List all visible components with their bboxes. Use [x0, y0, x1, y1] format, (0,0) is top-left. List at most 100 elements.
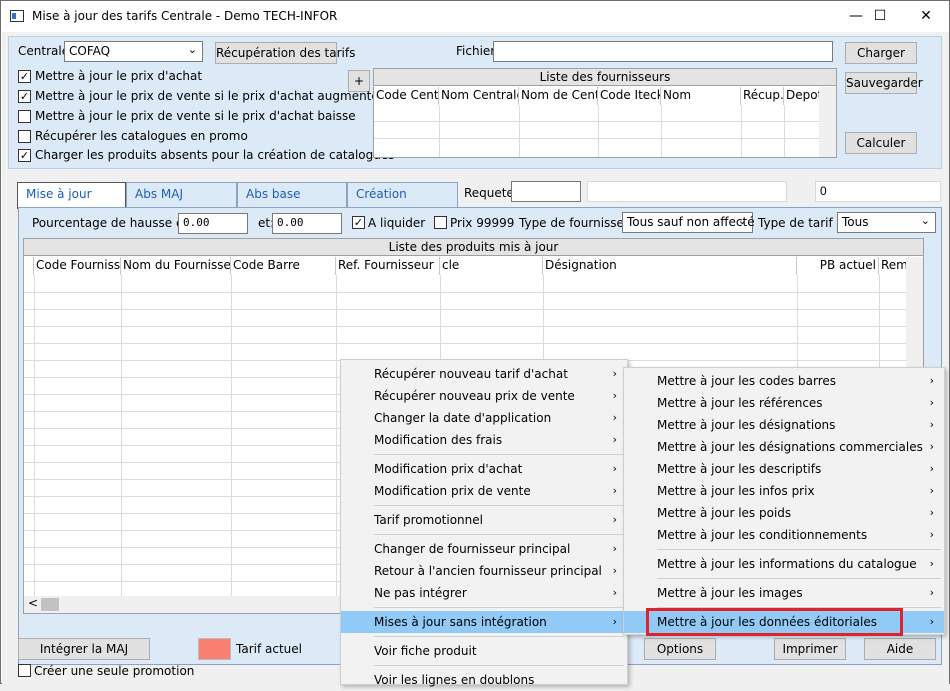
tab-mise-a-jour[interactable]: Mise à jour [17, 182, 126, 209]
fournisseurs-scrollbar[interactable] [819, 87, 836, 157]
prix-99999-label: Prix 99999 [450, 216, 515, 230]
top-panel: Centrale: COFAQ ⌄ Récupération des tarif… [8, 36, 942, 169]
type-tarif-select[interactable]: Tous ⌄ [837, 212, 936, 233]
chevron-right-icon: › [612, 484, 617, 497]
tab-abs-maj[interactable]: Abs MAJ [126, 182, 237, 207]
menu-item-retour-fournisseur[interactable]: Retour à l'ancien fournisseur principal › [341, 560, 627, 582]
column-header[interactable]: Code Centra [374, 87, 439, 105]
menu-item-label: Mettre à jour les descriptifs [657, 462, 822, 476]
column-header[interactable]: Ref. Fournisseur [336, 257, 440, 275]
column-header[interactable]: Code Iteck [598, 87, 661, 105]
window-title: Mise à jour des tarifs Centrale - Demo T… [32, 9, 338, 23]
recuperation-tarifs-button[interactable]: Récupération des tarifs [215, 42, 355, 64]
sauvegarder-button[interactable]: Sauvegarder [845, 72, 923, 94]
tab-creation[interactable]: Création [347, 182, 458, 207]
grid-col-line [439, 105, 440, 157]
options-button[interactable]: Options [644, 638, 716, 660]
grid-row-line [24, 309, 908, 310]
charger-button[interactable]: Charger [845, 42, 917, 64]
centrale-value: COFAQ [69, 44, 111, 58]
submenu-item-designations[interactable]: Mettre à jour les désignations › [624, 414, 944, 436]
menu-item-label: Mettre à jour les conditionnements [657, 528, 868, 542]
column-header[interactable]: cle [440, 257, 543, 275]
chevron-right-icon: › [612, 615, 617, 628]
prix-99999-checkbox[interactable] [434, 216, 447, 229]
column-header[interactable]: Nom [661, 87, 741, 105]
column-header[interactable]: Nom Centrale [439, 87, 519, 105]
chevron-right-icon: › [612, 389, 617, 402]
menu-item-recup-prix-vente[interactable]: Récupérer nouveau prix de vente › [341, 385, 627, 407]
checkbox-maj-prix-achat[interactable]: ✓ [18, 70, 31, 83]
menu-item-ne-pas-integrer[interactable]: Ne pas intégrer › [341, 582, 627, 604]
menu-item-maj-sans-integration[interactable]: Mises à jour sans intégration › [341, 611, 627, 633]
fournisseurs-grid[interactable]: Liste des fournisseurs Code Centra Nom C… [373, 68, 837, 158]
integrer-maj-button[interactable]: Intégrer la MAJ [18, 638, 150, 660]
menu-item-label: Changer de fournisseur principal [374, 542, 571, 556]
column-header[interactable]: Code Barre [231, 257, 336, 275]
column-header[interactable]: Nom de Centrale [519, 87, 598, 105]
fichier-input[interactable] [493, 41, 833, 62]
requete-field-2[interactable] [587, 181, 787, 202]
menu-item-voir-fiche[interactable]: Voir fiche produit [341, 640, 627, 662]
aide-button[interactable]: Aide [864, 638, 936, 660]
menu-item-label: Mettre à jour les désignations commercia… [657, 440, 923, 454]
scroll-left-icon[interactable]: < [28, 596, 38, 610]
column-header[interactable]: Code Fournisseur [34, 257, 121, 275]
chevron-down-icon: ⌄ [920, 214, 930, 227]
chevron-right-icon: › [612, 367, 617, 380]
imprimer-button[interactable]: Imprimer [774, 638, 846, 660]
column-header[interactable]: Récup.? [741, 87, 784, 105]
submenu-item-infos-catalogue[interactable]: Mettre à jour les informations du catalo… [624, 553, 944, 575]
chevron-right-icon: › [612, 462, 617, 475]
checkbox-maj-pv-augmente[interactable]: ✓ [18, 90, 31, 103]
checkbox-label: Charger les produits absents pour la cré… [35, 148, 395, 162]
menu-item-changer-fournisseur[interactable]: Changer de fournisseur principal › [341, 538, 627, 560]
menu-item-tarif-promo[interactable]: Tarif promotionnel › [341, 509, 627, 531]
requete-input[interactable] [511, 181, 581, 202]
submenu-item-references[interactable]: Mettre à jour les références › [624, 392, 944, 414]
submenu-item-designations-commerciales[interactable]: Mettre à jour les désignations commercia… [624, 436, 944, 458]
column-header[interactable]: PB actuel [797, 257, 879, 275]
submenu-item-infos-prix[interactable]: Mettre à jour les infos prix › [624, 480, 944, 502]
submenu-item-codes-barres[interactable]: Mettre à jour les codes barres › [624, 370, 944, 392]
chevron-right-icon: › [612, 564, 617, 577]
submenu-item-images[interactable]: Mettre à jour les images › [624, 582, 944, 604]
type-fournisseur-select[interactable]: Tous sauf non affecté ⌄ [622, 212, 755, 233]
tab-abs-base[interactable]: Abs base [237, 182, 347, 207]
column-header[interactable]: Depot [784, 87, 820, 105]
checkbox-maj-pv-baisse[interactable] [18, 110, 31, 123]
checkbox-produits-absents[interactable]: ✓ [18, 149, 31, 162]
pourcentage-max-input[interactable]: 0.00 [272, 213, 342, 234]
title-bar: Mise à jour des tarifs Centrale - Demo T… [1, 1, 949, 32]
chevron-down-icon: ⌄ [737, 214, 747, 227]
pourcentage-min-input[interactable]: 0.00 [178, 213, 248, 234]
column-header[interactable]: Rem. [879, 257, 907, 275]
chevron-right-icon: › [929, 396, 934, 409]
menu-item-voir-doublons[interactable]: Voir les lignes en doublons [341, 669, 627, 691]
menu-item-recup-tarif-achat[interactable]: Récupérer nouveau tarif d'achat › [341, 363, 627, 385]
column-header[interactable]: Nom du Fournisseur [121, 257, 231, 275]
centrale-select[interactable]: COFAQ ⌄ [64, 41, 203, 62]
creer-promo-checkbox[interactable] [18, 664, 31, 677]
chevron-right-icon: › [612, 513, 617, 526]
menu-item-modif-frais[interactable]: Modification des frais › [341, 429, 627, 451]
menu-item-modif-prix-achat[interactable]: Modification prix d'achat › [341, 458, 627, 480]
maximize-button[interactable]: ☐ [857, 1, 903, 32]
chevron-right-icon: › [929, 528, 934, 541]
menu-separator [374, 665, 624, 666]
hscroll-thumb[interactable] [41, 598, 59, 611]
submenu-item-conditionnements[interactable]: Mettre à jour les conditionnements › [624, 524, 944, 546]
grid-col-line [336, 275, 337, 597]
chevron-right-icon: › [929, 418, 934, 431]
chevron-right-icon: › [612, 542, 617, 555]
a-liquider-checkbox[interactable]: ✓ [352, 216, 365, 229]
close-button[interactable]: ✕ [903, 1, 949, 32]
checkbox-catalogues-promo[interactable] [18, 130, 31, 143]
column-header[interactable]: Désignation [543, 257, 797, 275]
submenu-item-descriptifs[interactable]: Mettre à jour les descriptifs › [624, 458, 944, 480]
menu-separator [374, 454, 624, 455]
menu-item-changer-date[interactable]: Changer la date d'application › [341, 407, 627, 429]
menu-item-modif-prix-vente[interactable]: Modification prix de vente › [341, 480, 627, 502]
submenu-item-poids[interactable]: Mettre à jour les poids › [624, 502, 944, 524]
calculer-button[interactable]: Calculer [845, 132, 917, 154]
